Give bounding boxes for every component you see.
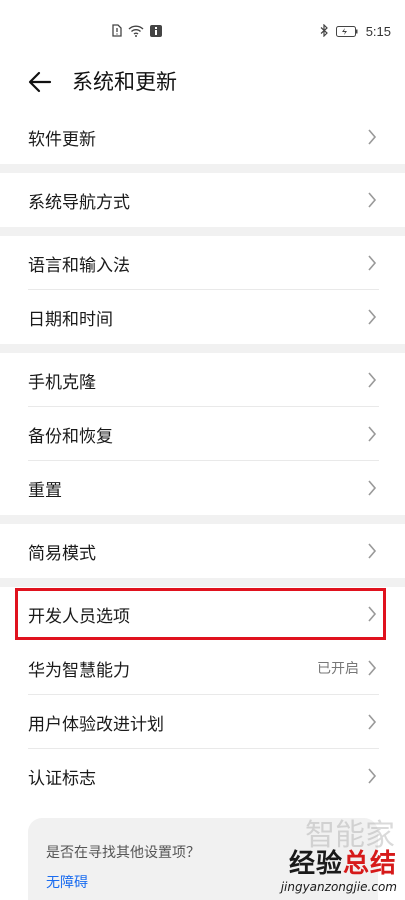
setting-status-value: 已开启 — [317, 661, 359, 677]
setting-reset[interactable]: 重置 — [0, 461, 405, 515]
setting-huawei-ai[interactable]: 华为智慧能力 已开启 — [0, 641, 405, 695]
chevron-right-icon — [368, 255, 377, 271]
setting-language-input[interactable]: 语言和输入法 — [0, 236, 405, 290]
setting-label: 华为智慧能力 — [28, 660, 130, 681]
watermark-logo: 经验总结 — [281, 843, 397, 880]
setting-date-time[interactable]: 日期和时间 — [0, 290, 405, 344]
settings-list: 软件更新 系统导航方式 语言和输入法 日期和时间 手机克隆 备份和恢复 重置 简… — [0, 110, 405, 803]
arrow-left-icon — [28, 71, 52, 93]
setting-label: 系统导航方式 — [28, 192, 130, 213]
bluetooth-icon — [320, 22, 328, 41]
setting-phone-clone[interactable]: 手机克隆 — [0, 353, 405, 407]
chevron-right-icon — [368, 426, 377, 442]
page-title: 系统和更新 — [72, 70, 177, 94]
setting-label: 简易模式 — [28, 543, 96, 564]
accessibility-link[interactable]: 无障碍 — [46, 872, 88, 892]
setting-label: 开发人员选项 — [28, 606, 130, 627]
chevron-right-icon — [368, 480, 377, 496]
chevron-right-icon — [368, 372, 377, 388]
group-separator — [0, 515, 405, 524]
watermark-url: jingyanzongjie.com — [280, 880, 397, 894]
status-bar: 5:15 — [0, 0, 405, 60]
status-left-icons — [112, 22, 162, 41]
battery-icon — [335, 22, 358, 41]
chevron-right-icon — [368, 606, 377, 622]
watermark-text-a: 经验 — [288, 849, 343, 879]
setting-developer-options[interactable]: 开发人员选项 — [14, 587, 387, 641]
chevron-right-icon — [368, 660, 377, 676]
wifi-icon — [128, 22, 144, 41]
setting-label: 手机克隆 — [28, 372, 96, 393]
chevron-right-icon — [368, 309, 377, 325]
chevron-right-icon — [368, 714, 377, 730]
back-button[interactable] — [24, 66, 56, 98]
chevron-right-icon — [368, 192, 377, 208]
setting-label: 重置 — [28, 480, 62, 501]
setting-certification-logo[interactable]: 认证标志 — [0, 749, 405, 803]
setting-label: 用户体验改进计划 — [28, 714, 164, 735]
status-time: 5:15 — [365, 24, 391, 39]
chevron-right-icon — [368, 768, 377, 784]
group-separator — [0, 164, 405, 173]
page-header: 系统和更新 — [0, 60, 405, 104]
chevron-right-icon — [368, 543, 377, 559]
setting-system-navigation[interactable]: 系统导航方式 — [0, 173, 405, 227]
setting-software-update[interactable]: 软件更新 — [0, 110, 405, 164]
chevron-right-icon — [368, 129, 377, 145]
setting-label: 软件更新 — [28, 129, 96, 150]
watermark-text-b: 总结 — [342, 849, 397, 879]
setting-simple-mode[interactable]: 简易模式 — [0, 524, 405, 578]
status-right: 5:15 — [320, 22, 391, 41]
group-separator — [0, 578, 405, 587]
setting-ux-improvement[interactable]: 用户体验改进计划 — [0, 695, 405, 749]
setting-label: 认证标志 — [28, 768, 96, 789]
setting-backup-restore[interactable]: 备份和恢复 — [0, 407, 405, 461]
setting-label: 语言和输入法 — [28, 255, 130, 276]
setting-label: 日期和时间 — [28, 309, 113, 330]
info-icon — [150, 22, 162, 41]
group-separator — [0, 344, 405, 353]
setting-label: 备份和恢复 — [28, 426, 113, 447]
watermark: 经验总结 jingyanzongjie.com — [281, 843, 397, 894]
suggestion-question: 是否在寻找其他设置项？ — [46, 845, 200, 861]
sim-alert-icon — [112, 22, 122, 41]
group-separator — [0, 227, 405, 236]
